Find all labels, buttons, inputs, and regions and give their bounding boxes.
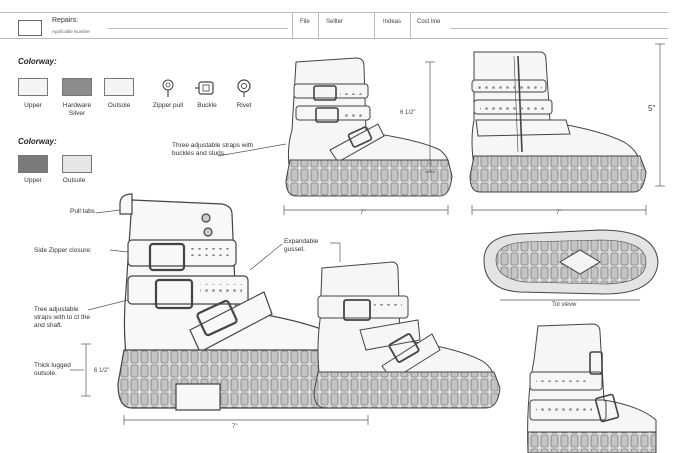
boot-back-view: [469, 51, 647, 193]
callout-zipper: Side Zipper closure:: [34, 247, 92, 254]
technical-drawings: [70, 43, 665, 453]
dim-shaft-height-back: 5": [648, 104, 656, 113]
outsole-bottom-view: [483, 229, 659, 295]
callout-straps-bottom: Tree adjustable straps with to ct the an…: [34, 306, 90, 329]
dim-bottom-view-label: Tol vievw: [552, 302, 577, 308]
callout-outsole: Thick lugged outsole.: [34, 362, 71, 377]
callout-straps-top: Three adjustable straps with buckles and…: [172, 142, 254, 157]
callout-expandable-gusset: Expandable gusset.: [284, 238, 319, 253]
boot-detail-view: [527, 323, 657, 453]
dim-shaft-height-side: 6 1/2": [400, 110, 416, 116]
boot-side-view: [285, 57, 453, 197]
callout-pull-tabs: Pull tabs: [70, 208, 95, 215]
dim-length-back: 7": [556, 210, 562, 216]
dim-length-side: 7": [360, 210, 366, 216]
boot-medial-view: [313, 261, 501, 409]
dim-shaft-height-main: 6 1/2": [94, 368, 110, 374]
dim-length-main: 7": [232, 424, 238, 430]
